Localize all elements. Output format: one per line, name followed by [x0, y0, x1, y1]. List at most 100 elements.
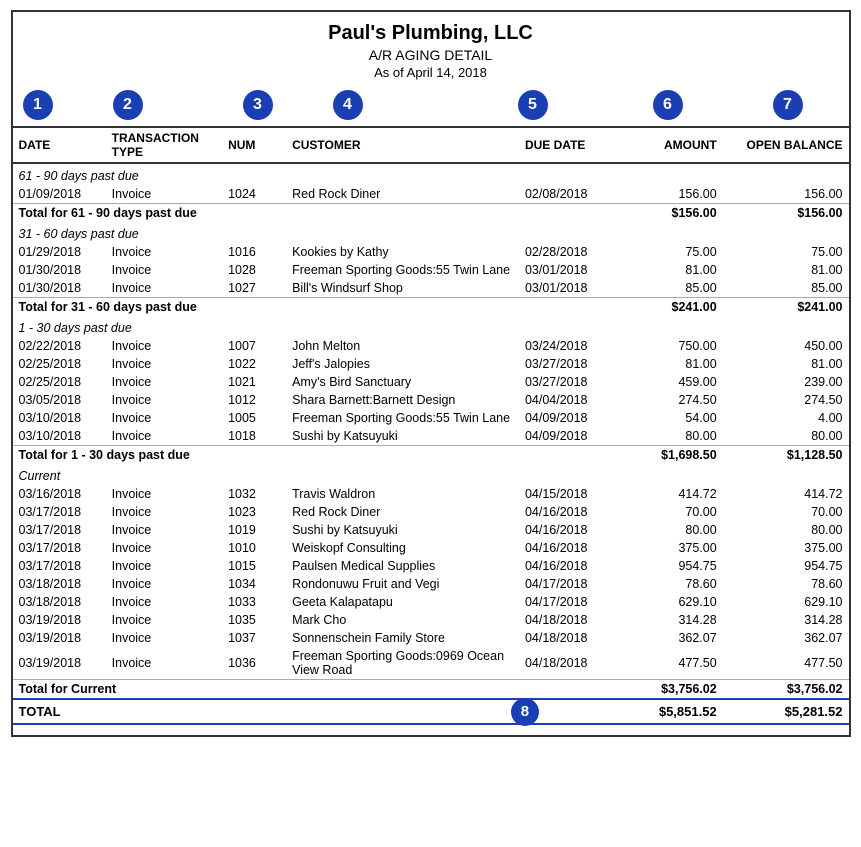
cell-num: 1015 [222, 557, 286, 575]
cell-due: 03/27/2018 [519, 373, 624, 391]
cell-amount: 750.00 [624, 337, 723, 355]
cell-balance: 239.00 [723, 373, 849, 391]
table-row: 01/09/2018 Invoice 1024 Red Rock Diner 0… [13, 185, 849, 204]
table-row: 01/30/2018 Invoice 1027 Bill's Windsurf … [13, 279, 849, 298]
cell-amount: 85.00 [624, 279, 723, 298]
col-header-date: DATE [13, 127, 106, 163]
grand-total-balance: $5,281.52 [723, 699, 849, 724]
cell-customer: Travis Waldron [286, 485, 519, 503]
badge-7: 7 [773, 90, 803, 120]
table-row: 03/19/2018 Invoice 1036 Freeman Sporting… [13, 647, 849, 680]
cell-num: 1034 [222, 575, 286, 593]
cell-customer: Sonnenschein Family Store [286, 629, 519, 647]
section-total-balance: $3,756.02 [723, 680, 849, 700]
cell-type: Invoice [106, 539, 222, 557]
section-total-amount: $1,698.50 [624, 446, 723, 465]
cell-due: 03/01/2018 [519, 279, 624, 298]
cell-num: 1033 [222, 593, 286, 611]
table-row: 03/16/2018 Invoice 1032 Travis Waldron 0… [13, 485, 849, 503]
cell-amount: 274.50 [624, 391, 723, 409]
cell-num: 1035 [222, 611, 286, 629]
table-row: 01/30/2018 Invoice 1028 Freeman Sporting… [13, 261, 849, 279]
cell-due: 04/04/2018 [519, 391, 624, 409]
report-container: Paul's Plumbing, LLC A/R AGING DETAIL As… [11, 10, 851, 737]
cell-due: 04/16/2018 [519, 539, 624, 557]
report-header: Paul's Plumbing, LLC A/R AGING DETAIL As… [13, 22, 849, 80]
cell-customer: Jeff's Jalopies [286, 355, 519, 373]
section-header-label: 61 - 90 days past due [13, 163, 849, 185]
cell-due: 04/17/2018 [519, 593, 624, 611]
cell-date: 03/19/2018 [13, 647, 106, 680]
section-total-spacer [519, 204, 624, 223]
cell-amount: 629.10 [624, 593, 723, 611]
section-total-label: Total for 31 - 60 days past due [13, 298, 519, 317]
cell-amount: 78.60 [624, 575, 723, 593]
cell-type: Invoice [106, 409, 222, 427]
cell-date: 02/25/2018 [13, 373, 106, 391]
section-total-balance: $241.00 [723, 298, 849, 317]
cell-customer: Sushi by Katsuyuki [286, 521, 519, 539]
cell-date: 03/17/2018 [13, 539, 106, 557]
cell-date: 03/17/2018 [13, 521, 106, 539]
section-header-label: 1 - 30 days past due [13, 316, 849, 337]
cell-customer: Kookies by Kathy [286, 243, 519, 261]
cell-num: 1036 [222, 647, 286, 680]
col-header-due: DUE DATE [519, 127, 624, 163]
cell-amount: 70.00 [624, 503, 723, 521]
cell-customer: Red Rock Diner [286, 185, 519, 204]
table-row: 01/29/2018 Invoice 1016 Kookies by Kathy… [13, 243, 849, 261]
cell-type: Invoice [106, 373, 222, 391]
badge-5: 5 [518, 90, 548, 120]
section-total-spacer [519, 680, 624, 700]
table-row: 03/19/2018 Invoice 1037 Sonnenschein Fam… [13, 629, 849, 647]
cell-due: 02/28/2018 [519, 243, 624, 261]
cell-due: 04/09/2018 [519, 409, 624, 427]
cell-type: Invoice [106, 485, 222, 503]
col-header-customer: CUSTOMER [286, 127, 519, 163]
cell-due: 03/24/2018 [519, 337, 624, 355]
cell-balance: 4.00 [723, 409, 849, 427]
cell-amount: 414.72 [624, 485, 723, 503]
cell-num: 1032 [222, 485, 286, 503]
cell-date: 03/10/2018 [13, 409, 106, 427]
cell-amount: 477.50 [624, 647, 723, 680]
section-total-spacer [519, 298, 624, 317]
cell-amount: 81.00 [624, 355, 723, 373]
cell-customer: Weiskopf Consulting [286, 539, 519, 557]
table-row: 03/17/2018 Invoice 1015 Paulsen Medical … [13, 557, 849, 575]
cell-num: 1023 [222, 503, 286, 521]
table-row: 02/22/2018 Invoice 1007 John Melton 03/2… [13, 337, 849, 355]
cell-balance: 450.00 [723, 337, 849, 355]
cell-num: 1021 [222, 373, 286, 391]
cell-due: 04/16/2018 [519, 557, 624, 575]
cell-date: 03/19/2018 [13, 629, 106, 647]
section-header-row: Current [13, 464, 849, 485]
cell-type: Invoice [106, 355, 222, 373]
table-row: 03/10/2018 Invoice 1018 Sushi by Katsuyu… [13, 427, 849, 446]
cell-customer: Rondonuwu Fruit and Vegi [286, 575, 519, 593]
cell-num: 1024 [222, 185, 286, 204]
cell-type: Invoice [106, 503, 222, 521]
cell-amount: 156.00 [624, 185, 723, 204]
cell-num: 1012 [222, 391, 286, 409]
table-row: 02/25/2018 Invoice 1022 Jeff's Jalopies … [13, 355, 849, 373]
cell-due: 02/08/2018 [519, 185, 624, 204]
cell-date: 02/25/2018 [13, 355, 106, 373]
column-badges: 1 2 3 4 5 6 7 [13, 86, 849, 124]
table-header-row: DATE TRANSACTIONTYPE NUM CUSTOMER DUE DA… [13, 127, 849, 163]
cell-amount: 80.00 [624, 427, 723, 446]
cell-date: 03/10/2018 [13, 427, 106, 446]
cell-date: 03/18/2018 [13, 575, 106, 593]
col-header-num: NUM [222, 127, 286, 163]
table-row: 03/18/2018 Invoice 1033 Geeta Kalapatapu… [13, 593, 849, 611]
cell-due: 04/17/2018 [519, 575, 624, 593]
section-total-spacer [519, 446, 624, 465]
cell-num: 1027 [222, 279, 286, 298]
table-row: 03/05/2018 Invoice 1012 Shara Barnett:Ba… [13, 391, 849, 409]
cell-balance: 156.00 [723, 185, 849, 204]
cell-due: 04/18/2018 [519, 647, 624, 680]
cell-num: 1037 [222, 629, 286, 647]
table-row: 03/17/2018 Invoice 1019 Sushi by Katsuyu… [13, 521, 849, 539]
section-total-amount: $156.00 [624, 204, 723, 223]
cell-customer: Bill's Windsurf Shop [286, 279, 519, 298]
